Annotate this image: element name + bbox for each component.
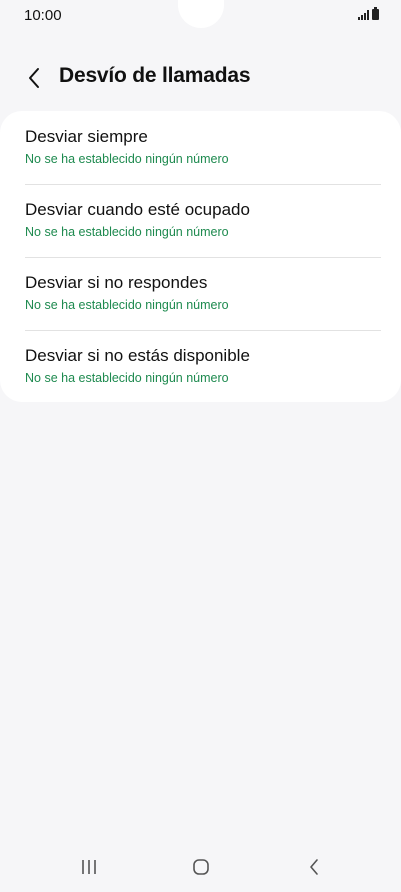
- phone-screen: 10:00 Desvío de llamadas Desviar siempre…: [0, 0, 401, 892]
- list-item-title: Desviar si no estás disponible: [25, 346, 250, 365]
- nav-back-button[interactable]: [294, 854, 334, 880]
- battery-icon: [372, 7, 379, 20]
- camera-notch: [178, 0, 224, 28]
- signal-icon: [358, 10, 369, 20]
- list-item-title: Desviar cuando esté ocupado: [25, 200, 250, 219]
- home-button[interactable]: [181, 854, 221, 880]
- status-time: 10:00: [24, 7, 62, 24]
- list-item-subtitle: No se ha establecido ningún número: [25, 371, 229, 385]
- list-item-title: Desviar si no respondes: [25, 273, 208, 292]
- recents-button[interactable]: [69, 854, 109, 880]
- status-bar: 10:00: [0, 0, 401, 34]
- navigation-bar: [0, 842, 401, 892]
- chevron-left-icon: [29, 68, 39, 88]
- status-icons: [358, 7, 379, 20]
- list-item-desviar-ocupado[interactable]: Desviar cuando esté ocupado No se ha est…: [25, 184, 381, 257]
- list-item-subtitle: No se ha establecido ningún número: [25, 225, 229, 239]
- list-item-title: Desviar siempre: [25, 127, 148, 146]
- settings-card: Desviar siempre No se ha establecido nin…: [0, 111, 401, 402]
- back-icon: [310, 859, 318, 875]
- list-item-desviar-siempre[interactable]: Desviar siempre No se ha establecido nin…: [25, 111, 381, 184]
- list-item-desviar-no-disponible[interactable]: Desviar si no estás disponible No se ha …: [25, 330, 381, 403]
- back-button[interactable]: [20, 62, 48, 94]
- recents-icon: [82, 860, 96, 874]
- list-item-subtitle: No se ha establecido ningún número: [25, 298, 229, 312]
- list-item-subtitle: No se ha establecido ningún número: [25, 152, 229, 166]
- home-icon: [193, 859, 209, 875]
- header: Desvío de llamadas: [0, 58, 401, 98]
- page-title: Desvío de llamadas: [59, 64, 251, 87]
- list-item-desviar-no-respondes[interactable]: Desviar si no respondes No se ha estable…: [25, 257, 381, 330]
